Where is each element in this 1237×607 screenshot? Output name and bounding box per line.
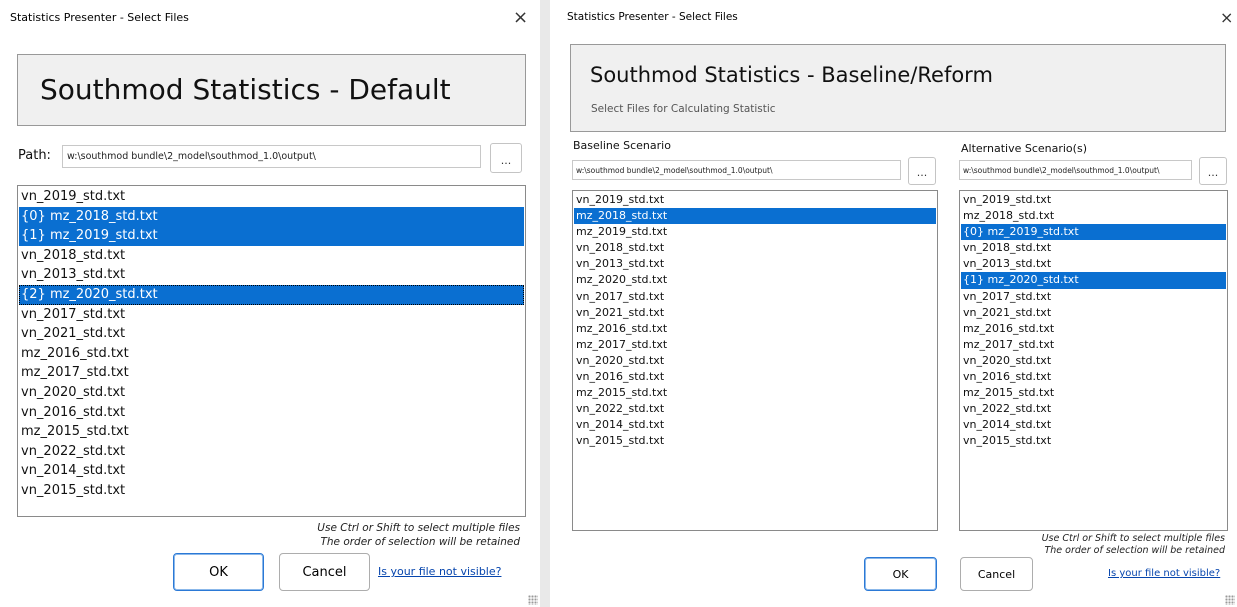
selection-hint: Use Ctrl or Shift to select multiple fil… xyxy=(1042,533,1225,557)
list-item[interactable]: mz_2018_std.txt xyxy=(961,208,1226,224)
cancel-button[interactable]: Cancel xyxy=(960,557,1033,591)
list-item[interactable]: mz_2016_std.txt xyxy=(961,321,1226,337)
list-item[interactable]: mz_2019_std.txt xyxy=(574,224,936,240)
list-item[interactable]: {2} mz_2020_std.txt xyxy=(19,284,524,305)
list-item[interactable]: vn_2021_std.txt xyxy=(19,324,524,344)
list-item[interactable]: mz_2020_std.txt xyxy=(574,272,936,288)
ok-button[interactable]: OK xyxy=(864,557,937,591)
file-not-visible-link[interactable]: Is your file not visible? xyxy=(1108,568,1220,579)
list-item[interactable]: vn_2017_std.txt xyxy=(19,305,524,325)
selection-hint-line1: Use Ctrl or Shift to select multiple fil… xyxy=(1041,533,1225,544)
alternative-path-input[interactable]: w:\southmod bundle\2_model\southmod_1.0\… xyxy=(959,160,1192,180)
resize-grip-icon[interactable] xyxy=(528,595,538,605)
path-label: Path: xyxy=(18,148,51,163)
baseline-browse-button[interactable]: ... xyxy=(908,157,936,185)
list-item[interactable]: vn_2016_std.txt xyxy=(574,369,936,385)
alternative-browse-button[interactable]: ... xyxy=(1199,157,1227,185)
path-input[interactable]: w:\southmod bundle\2_model\southmod_1.0\… xyxy=(62,145,481,168)
list-item[interactable]: mz_2016_std.txt xyxy=(19,344,524,364)
list-item[interactable]: vn_2018_std.txt xyxy=(19,246,524,266)
baseline-reform-dialog: Statistics Presenter - Select Files × So… xyxy=(550,0,1237,607)
list-item[interactable]: vn_2022_std.txt xyxy=(961,401,1226,417)
list-item[interactable]: mz_2017_std.txt xyxy=(19,363,524,383)
ok-button[interactable]: OK xyxy=(173,553,264,591)
selection-hint-line1: Use Ctrl or Shift to select multiple fil… xyxy=(317,522,520,534)
list-item[interactable]: vn_2015_std.txt xyxy=(19,481,524,501)
list-item[interactable]: vn_2017_std.txt xyxy=(574,289,936,305)
list-item[interactable]: vn_2020_std.txt xyxy=(19,383,524,403)
list-item[interactable]: vn_2014_std.txt xyxy=(574,417,936,433)
close-icon[interactable]: × xyxy=(513,9,528,27)
resize-grip-icon[interactable] xyxy=(1225,595,1235,605)
cancel-button[interactable]: Cancel xyxy=(279,553,370,591)
selection-hint-line2: The order of selection will be retained xyxy=(1044,545,1225,556)
selection-hint-line2: The order of selection will be retained xyxy=(320,536,520,548)
window-title: Statistics Presenter - Select Files xyxy=(10,11,189,24)
list-item[interactable]: vn_2022_std.txt xyxy=(19,442,524,462)
list-item[interactable]: vn_2018_std.txt xyxy=(961,240,1226,256)
list-item[interactable]: mz_2015_std.txt xyxy=(19,422,524,442)
list-item[interactable]: mz_2017_std.txt xyxy=(961,337,1226,353)
list-item[interactable]: vn_2019_std.txt xyxy=(574,192,936,208)
list-item[interactable]: mz_2016_std.txt xyxy=(574,321,936,337)
page-subtitle: Select Files for Calculating Statistic xyxy=(591,103,776,115)
window-title: Statistics Presenter - Select Files xyxy=(567,11,738,23)
list-item[interactable]: vn_2019_std.txt xyxy=(961,192,1226,208)
file-list[interactable]: vn_2019_std.txt {0} mz_2018_std.txt {1} mz… xyxy=(17,185,526,517)
list-item[interactable]: vn_2013_std.txt xyxy=(961,256,1226,272)
list-item[interactable]: mz_2018_std.txt xyxy=(574,208,936,225)
page-title: Southmod Statistics - Default xyxy=(40,73,451,106)
list-item[interactable]: vn_2016_std.txt xyxy=(19,403,524,423)
list-item[interactable]: {1} mz_2019_std.txt xyxy=(19,226,524,246)
list-item[interactable]: vn_2020_std.txt xyxy=(961,353,1226,369)
selection-hint: Use Ctrl or Shift to select multiple fil… xyxy=(317,521,520,549)
baseline-scenario-label: Baseline Scenario xyxy=(573,139,671,152)
list-item[interactable]: vn_2017_std.txt xyxy=(961,289,1226,305)
browse-button[interactable]: ... xyxy=(490,143,522,173)
list-item[interactable]: vn_2021_std.txt xyxy=(961,305,1226,321)
baseline-path-input[interactable]: w:\southmod bundle\2_model\southmod_1.0\… xyxy=(572,160,901,180)
list-item[interactable]: vn_2013_std.txt xyxy=(19,265,524,285)
list-item[interactable]: vn_2014_std.txt xyxy=(961,417,1226,433)
baseline-file-list[interactable]: vn_2019_std.txt mz_2018_std.txt mz_2019_st… xyxy=(572,190,938,531)
page-title: Southmod Statistics - Baseline/Reform xyxy=(590,63,993,87)
close-icon[interactable]: × xyxy=(1220,9,1233,27)
list-item[interactable]: vn_2021_std.txt xyxy=(574,305,936,321)
file-not-visible-link[interactable]: Is your file not visible? xyxy=(378,565,501,578)
list-item[interactable]: vn_2018_std.txt xyxy=(574,240,936,256)
list-item[interactable]: vn_2015_std.txt xyxy=(574,433,936,449)
list-item[interactable]: mz_2017_std.txt xyxy=(574,337,936,353)
list-item[interactable]: vn_2022_std.txt xyxy=(574,401,936,417)
list-item[interactable]: {0} mz_2019_std.txt xyxy=(961,224,1226,241)
list-item[interactable]: mz_2015_std.txt xyxy=(961,385,1226,401)
list-item[interactable]: {0} mz_2018_std.txt xyxy=(19,206,524,227)
list-item[interactable]: vn_2020_std.txt xyxy=(574,353,936,369)
default-dialog: Statistics Presenter - Select Files × So… xyxy=(0,0,540,607)
list-item[interactable]: vn_2016_std.txt xyxy=(961,369,1226,385)
alternative-file-list[interactable]: vn_2019_std.txt mz_2018_std.txt {0} mz_201… xyxy=(959,190,1228,531)
list-item[interactable]: vn_2014_std.txt xyxy=(19,461,524,481)
header-banner: Southmod Statistics - Default xyxy=(17,54,526,126)
list-item[interactable]: mz_2015_std.txt xyxy=(574,385,936,401)
alternative-scenario-label: Alternative Scenario(s) xyxy=(961,142,1087,155)
window-gap xyxy=(540,0,550,607)
header-banner: Southmod Statistics - Baseline/Reform Se… xyxy=(570,44,1226,132)
list-item[interactable]: vn_2019_std.txt xyxy=(19,187,524,207)
list-item[interactable]: vn_2013_std.txt xyxy=(574,256,936,272)
list-item[interactable]: {1} mz_2020_std.txt xyxy=(961,272,1226,289)
list-item[interactable]: vn_2015_std.txt xyxy=(961,433,1226,449)
